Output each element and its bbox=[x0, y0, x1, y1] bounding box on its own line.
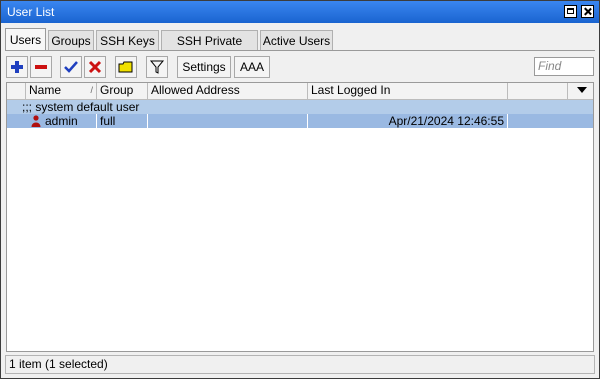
column-header-flags[interactable] bbox=[7, 83, 26, 99]
toolbar: Settings AAA Find bbox=[5, 54, 595, 80]
tab-active-users[interactable]: Active Users bbox=[260, 30, 333, 50]
close-button[interactable] bbox=[581, 5, 594, 18]
find-input[interactable]: Find bbox=[534, 57, 594, 76]
filter-button[interactable] bbox=[146, 56, 168, 78]
comment-row[interactable]: ;;; system default user bbox=[7, 100, 593, 114]
comment-icon bbox=[118, 61, 133, 73]
cell-group: full bbox=[97, 114, 148, 128]
tab-ssh-private-keys[interactable]: SSH Private Keys bbox=[161, 30, 258, 68]
x-icon bbox=[88, 60, 102, 74]
enable-button[interactable] bbox=[60, 56, 82, 78]
filter-icon bbox=[149, 60, 165, 74]
disable-button[interactable] bbox=[84, 56, 106, 78]
plus-icon bbox=[11, 61, 23, 73]
maximize-button[interactable] bbox=[564, 5, 577, 18]
comment-button[interactable] bbox=[115, 56, 137, 78]
column-header-empty[interactable] bbox=[508, 83, 568, 99]
cell-last-logged-in: Apr/21/2024 12:46:55 bbox=[308, 114, 508, 128]
tab-groups[interactable]: Groups bbox=[48, 30, 94, 50]
aaa-button[interactable]: AAA bbox=[234, 56, 270, 78]
tab-divider bbox=[5, 50, 595, 51]
status-bar: 1 item (1 selected) bbox=[5, 355, 595, 374]
title-bar[interactable]: User List bbox=[1, 1, 599, 23]
users-table: Name / Group Allowed Address Last Logged… bbox=[6, 82, 594, 352]
column-header-name[interactable]: Name / bbox=[26, 83, 97, 99]
window-title: User List bbox=[7, 5, 55, 19]
tab-ssh-keys[interactable]: SSH Keys bbox=[96, 30, 159, 50]
user-list-window: User List Users Groups SSH Keys SSH Priv… bbox=[0, 0, 600, 379]
cell-name: admin bbox=[42, 114, 97, 128]
column-header-last-logged-in[interactable]: Last Logged In bbox=[308, 83, 508, 99]
column-header-group[interactable]: Group bbox=[97, 83, 148, 99]
table-row[interactable]: admin full Apr/21/2024 12:46:55 bbox=[7, 114, 593, 128]
tab-users[interactable]: Users bbox=[5, 28, 46, 51]
add-button[interactable] bbox=[6, 56, 28, 78]
cell-allowed-address bbox=[148, 114, 308, 128]
settings-button[interactable]: Settings bbox=[177, 56, 231, 78]
remove-button[interactable] bbox=[30, 56, 52, 78]
checkmark-icon bbox=[64, 61, 78, 73]
column-header-name-label: Name bbox=[29, 83, 62, 97]
minus-icon bbox=[35, 65, 47, 69]
sort-indicator-icon: / bbox=[90, 85, 93, 95]
column-menu-dropdown-icon[interactable] bbox=[577, 87, 587, 93]
table-header: Name / Group Allowed Address Last Logged… bbox=[7, 83, 593, 100]
user-icon bbox=[31, 115, 41, 127]
comment-text: ;;; system default user bbox=[22, 100, 140, 114]
column-header-allowed-address[interactable]: Allowed Address bbox=[148, 83, 308, 99]
